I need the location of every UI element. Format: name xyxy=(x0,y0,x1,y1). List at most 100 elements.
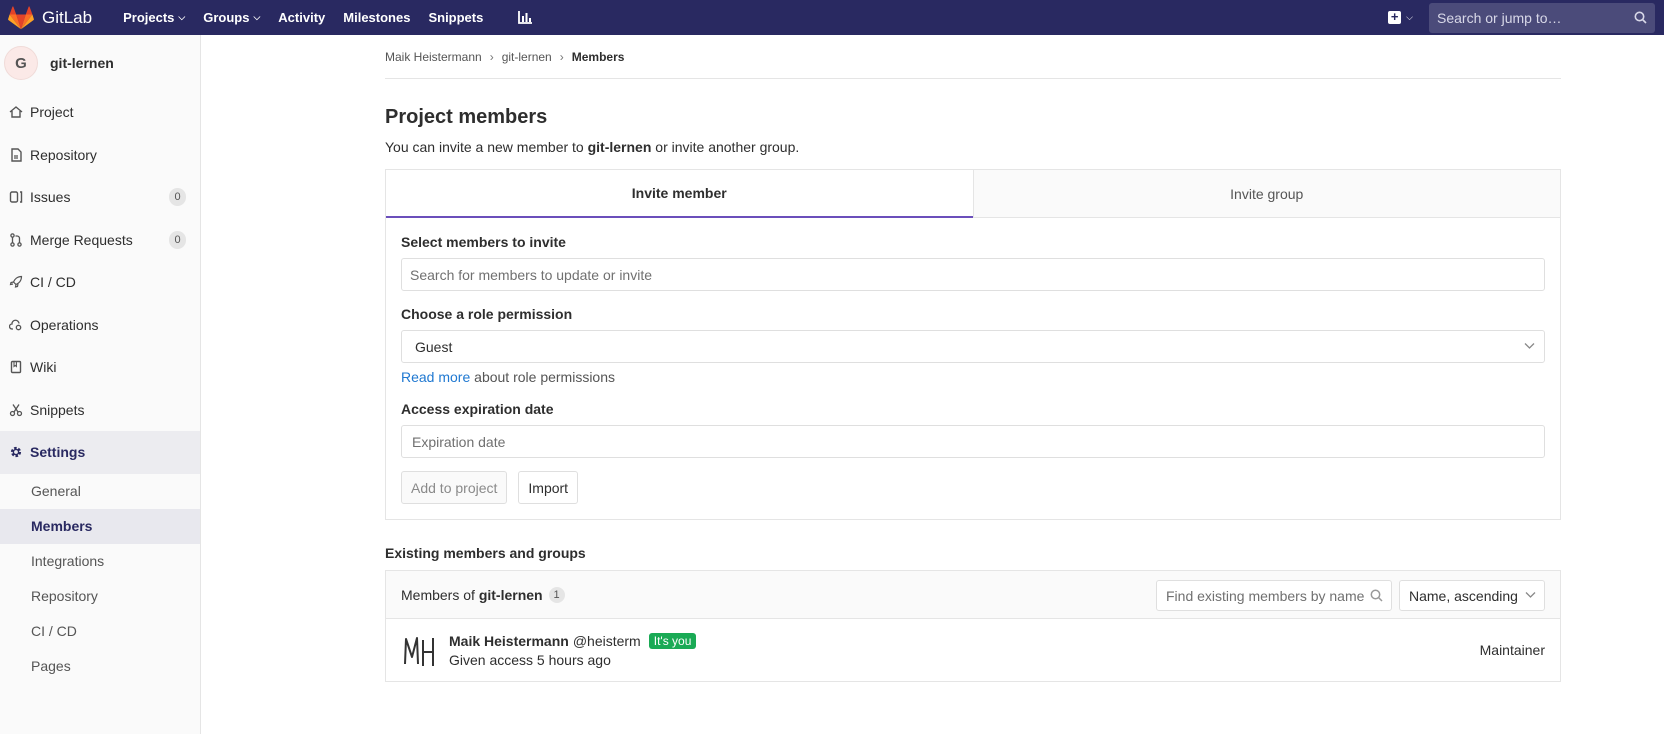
sidebar-subitem-ci-cd[interactable]: CI / CD xyxy=(0,614,200,649)
member-access-info: Given access 5 hours ago xyxy=(449,651,611,668)
sidebar-item-label: CI / CD xyxy=(30,274,76,291)
tab-invite-member[interactable]: Invite member xyxy=(386,170,973,218)
expiration-date-input[interactable]: Expiration date xyxy=(401,425,1545,458)
its-you-badge: It's you xyxy=(648,632,697,649)
nav-milestones[interactable]: Milestones xyxy=(334,0,419,35)
sidebar-item-label: Merge Requests xyxy=(30,231,133,248)
breadcrumb-current[interactable]: Members xyxy=(572,50,625,64)
sidebar-item-snippets[interactable]: Snippets xyxy=(0,389,200,432)
member-name-line: Maik Heistermann @heisterm It's you xyxy=(449,632,697,649)
find-members-placeholder: Find existing members by name xyxy=(1166,587,1365,604)
member-name[interactable]: Maik Heistermann xyxy=(449,633,569,649)
search-icon xyxy=(1634,11,1647,24)
role-permission-label: Choose a role permission xyxy=(401,306,573,322)
sort-value: Name, ascending xyxy=(1409,587,1518,604)
project-avatar: G xyxy=(4,46,38,80)
new-dropdown-button[interactable]: + ⌵ xyxy=(1388,10,1413,24)
sidebar-subitem-members[interactable]: Members xyxy=(0,508,200,544)
sidebar-item-ci-cd[interactable]: CI / CD xyxy=(0,261,200,304)
home-icon xyxy=(8,104,24,120)
select-members-label: Select members to invite xyxy=(401,234,566,250)
sidebar-item-label: Issues xyxy=(30,189,71,206)
add-to-project-button[interactable]: Add to project xyxy=(401,471,508,504)
chevron-down-icon xyxy=(1525,592,1536,598)
sidebar-item-label: Wiki xyxy=(30,359,57,376)
nav-projects[interactable]: Projects ⌵ xyxy=(114,0,194,35)
merge-icon xyxy=(8,232,24,248)
invite-tabs: Invite member Invite group xyxy=(386,170,1560,218)
global-search-input[interactable]: Search or jump to… xyxy=(1429,2,1655,33)
search-icon xyxy=(1370,589,1383,602)
sidebar-item-label: Settings xyxy=(30,444,86,461)
nav-groups-label: Groups xyxy=(203,10,250,25)
sidebar-subitem-integrations[interactable]: Integrations xyxy=(0,544,200,579)
sidebar-item-settings[interactable]: Settings xyxy=(0,431,200,474)
chevron-down-icon: ⌵ xyxy=(1406,12,1413,22)
subtitle-project: git-lernen xyxy=(587,139,652,155)
chevron-right-icon: › xyxy=(559,49,564,64)
read-more-link[interactable]: Read more xyxy=(401,369,470,385)
sidebar: G git-lernen Project Repository Issues 0… xyxy=(0,35,201,734)
main-content: Maik Heistermann › git-lernen › Members … xyxy=(385,35,1561,682)
member-search-input[interactable]: Search for members to update or invite xyxy=(401,258,1545,291)
chevron-down-icon: ⌵ xyxy=(178,12,186,22)
chevron-right-icon: › xyxy=(489,49,494,64)
subtitle-pre: You can invite a new member to xyxy=(385,139,588,155)
sidebar-item-operations[interactable]: Operations xyxy=(0,304,200,347)
chart-icon[interactable] xyxy=(506,0,544,35)
chevron-down-icon: ⌵ xyxy=(253,12,261,22)
member-role: Maintainer xyxy=(1479,642,1545,658)
sidebar-item-label: Repository xyxy=(30,146,97,163)
nav-snippets[interactable]: Snippets xyxy=(419,0,492,35)
sidebar-item-issues[interactable]: Issues 0 xyxy=(0,176,200,219)
sidebar-subitem-repository[interactable]: Repository xyxy=(0,579,200,614)
brand-link[interactable]: GitLab xyxy=(0,0,92,35)
existing-members-title: Existing members and groups xyxy=(385,545,586,561)
import-button[interactable]: Import xyxy=(518,471,579,504)
nav-right: + ⌵ Search or jump to… xyxy=(1388,0,1664,35)
members-list: Members of git-lernen 1 Find existing me… xyxy=(385,570,1561,682)
expiration-label: Access expiration date xyxy=(401,401,554,417)
sidebar-subitem-pages[interactable]: Pages xyxy=(0,649,200,684)
role-permission-value: Guest xyxy=(415,338,453,355)
merge-requests-count-badge: 0 xyxy=(169,230,186,249)
cloud-gear-icon xyxy=(8,317,24,333)
sidebar-item-merge-requests[interactable]: Merge Requests 0 xyxy=(0,219,200,262)
doc-icon xyxy=(8,147,24,163)
breadcrumb-owner[interactable]: Maik Heistermann xyxy=(385,50,482,64)
sidebar-item-project[interactable]: Project xyxy=(0,91,200,134)
gear-icon xyxy=(8,444,24,460)
nav-activity[interactable]: Activity xyxy=(269,0,334,35)
invite-form: Select members to invite Search for memb… xyxy=(386,218,1560,519)
main-nav: Projects ⌵ Groups ⌵ Activity Milestones … xyxy=(114,0,544,35)
issues-icon xyxy=(8,189,24,205)
breadcrumb-project[interactable]: git-lernen xyxy=(502,50,552,64)
nav-groups[interactable]: Groups ⌵ xyxy=(194,0,269,35)
invite-actions: Add to project Import xyxy=(401,471,1545,504)
members-header-project: git-lernen xyxy=(478,586,543,603)
tab-invite-group[interactable]: Invite group xyxy=(972,170,1560,218)
member-info: Maik Heistermann @heisterm It's you Give… xyxy=(449,632,697,668)
brand-name: GitLab xyxy=(42,7,93,27)
sidebar-subitem-general[interactable]: General xyxy=(0,474,200,509)
global-search-placeholder: Search or jump to… xyxy=(1437,9,1562,26)
page-subtitle: You can invite a new member to git-lerne… xyxy=(385,139,1561,155)
invite-panel: Invite member Invite group Select member… xyxy=(385,169,1561,520)
role-permission-select[interactable]: Guest xyxy=(401,330,1545,363)
sort-dropdown[interactable]: Name, ascending xyxy=(1399,580,1545,611)
role-help-text: Read more about role permissions xyxy=(401,369,1545,385)
chevron-down-icon xyxy=(1524,343,1535,349)
sidebar-item-wiki[interactable]: Wiki xyxy=(0,346,200,389)
find-members-input[interactable]: Find existing members by name xyxy=(1156,580,1392,611)
member-search-placeholder: Search for members to update or invite xyxy=(410,266,653,283)
read-more-suffix: about role permissions xyxy=(470,369,616,385)
member-row: Maik Heistermann @heisterm It's you Give… xyxy=(386,619,1560,681)
avatar[interactable] xyxy=(401,631,439,669)
sidebar-item-repository[interactable]: Repository xyxy=(0,134,200,177)
members-list-header: Members of git-lernen 1 Find existing me… xyxy=(386,571,1560,619)
sidebar-project-header[interactable]: G git-lernen xyxy=(0,35,200,91)
book-icon xyxy=(8,359,24,375)
plus-square-icon: + xyxy=(1388,10,1402,24)
rocket-icon xyxy=(8,274,24,290)
sidebar-item-label: Snippets xyxy=(30,401,85,418)
